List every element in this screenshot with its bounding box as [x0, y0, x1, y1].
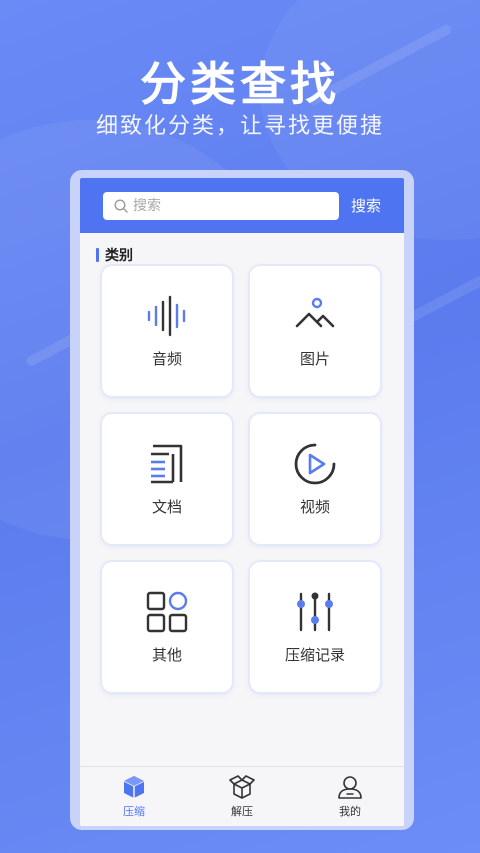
- slider-settings-icon: [297, 592, 333, 631]
- tab-label: 压缩: [123, 805, 145, 818]
- category-compress-history[interactable]: 压缩记录: [250, 562, 380, 692]
- search-box[interactable]: [103, 191, 339, 220]
- app-screen: 搜索 类别 音频: [80, 178, 404, 826]
- audio-wave-icon: [147, 295, 186, 336]
- search-bar: 搜索: [80, 178, 404, 233]
- search-button[interactable]: 搜索: [351, 195, 381, 216]
- category-section-title: 类别: [96, 247, 404, 264]
- tab-profile[interactable]: 我的: [310, 774, 390, 819]
- search-input[interactable]: [133, 197, 313, 214]
- category-video[interactable]: 视频: [250, 414, 380, 544]
- category-label: 压缩记录: [284, 645, 345, 664]
- tab-label: 解压: [231, 805, 253, 818]
- user-icon: [338, 776, 362, 799]
- bottom-tab-bar: 压缩 解压 我的: [80, 766, 404, 826]
- category-label: 视频: [299, 497, 330, 516]
- category-audio[interactable]: 音频: [102, 266, 232, 396]
- tab-compress[interactable]: 压缩: [94, 774, 174, 819]
- video-play-icon: [294, 443, 336, 484]
- category-other[interactable]: 其他: [102, 562, 232, 692]
- other-grid-icon: [146, 591, 188, 632]
- search-icon: [114, 198, 128, 213]
- tab-decompress[interactable]: 解压: [202, 774, 282, 819]
- cube-icon: [123, 776, 145, 798]
- category-label: 其他: [151, 645, 182, 664]
- category-image[interactable]: 图片: [250, 266, 380, 396]
- section-title-text: 类别: [105, 248, 133, 264]
- category-document[interactable]: 文档: [102, 414, 232, 544]
- section-accent-bar: [96, 248, 99, 262]
- promo-headline: 分类查找: [140, 57, 340, 111]
- image-icon: [295, 297, 335, 327]
- category-label: 文档: [151, 497, 182, 516]
- document-icon: [151, 444, 183, 483]
- phone-frame: 搜索 类别 音频: [70, 170, 414, 830]
- category-label: 音频: [151, 349, 182, 368]
- promo-subline: 细致化分类，让寻找更便捷: [95, 114, 384, 139]
- tab-label: 我的: [339, 805, 361, 818]
- category-grid: 音频 图片 文档 视频 其他 压缩记录: [102, 266, 384, 692]
- category-label: 图片: [299, 349, 330, 368]
- open-box-icon: [229, 775, 255, 799]
